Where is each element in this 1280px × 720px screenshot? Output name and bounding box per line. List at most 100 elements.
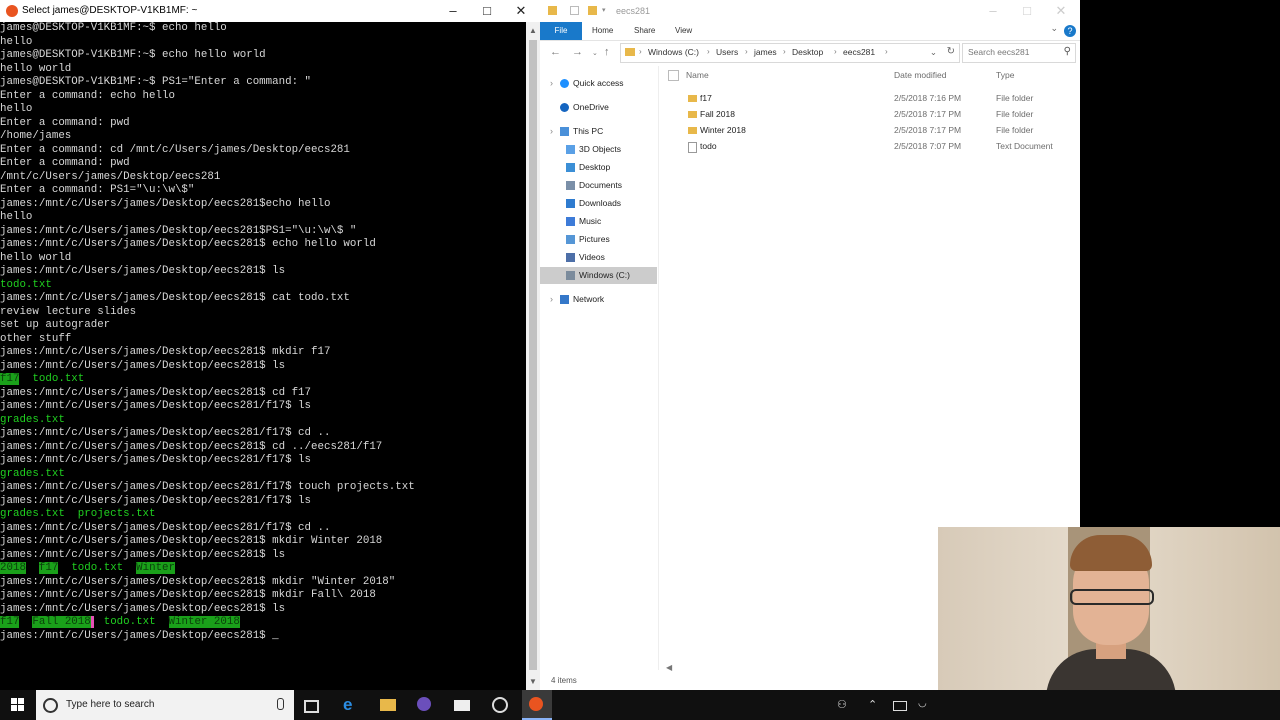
- terminal-line: james:/mnt/c/Users/james/Desktop/eecs281…: [0, 238, 526, 252]
- search-icon: ⚲: [1063, 46, 1071, 57]
- new-folder-icon[interactable]: [588, 6, 597, 15]
- taskbar-search-box[interactable]: Type here to search: [36, 690, 294, 720]
- nav-item-desktop[interactable]: Desktop: [540, 159, 657, 176]
- terminal-text: set up autograder: [0, 319, 111, 331]
- nav-item-label: Pictures: [579, 234, 610, 244]
- terminal-text: james:/mnt/c/Users/james/Desktop/eecs281…: [0, 265, 286, 277]
- terminal-line: james:/mnt/c/Users/james/Desktop/eecs281…: [0, 292, 526, 306]
- terminal-text: /mnt/c/Users/james/Desktop/eecs281: [0, 170, 221, 183]
- breadcrumb-windows-c[interactable]: Windows (C:): [648, 47, 699, 57]
- mail-icon[interactable]: [454, 700, 470, 711]
- minimize-button[interactable]: –: [980, 2, 1006, 20]
- search-input[interactable]: Search eecs281 ⚲: [962, 43, 1076, 63]
- breadcrumb-desktop[interactable]: Desktop: [792, 47, 823, 57]
- task-view-icon[interactable]: [304, 700, 319, 713]
- nav-item-quick-access[interactable]: › Quick access: [540, 75, 657, 92]
- nav-item-onedrive[interactable]: OneDrive: [540, 99, 657, 116]
- tab-share[interactable]: Share: [634, 22, 655, 40]
- nav-item-downloads[interactable]: Downloads: [540, 195, 657, 212]
- column-header-type[interactable]: Type: [996, 70, 1014, 80]
- nav-item-this-pc[interactable]: › This PC: [540, 123, 657, 140]
- obs-icon[interactable]: [417, 697, 431, 711]
- terminal-lines: james@DESKTOP-V1KB1MF:~$ echo hello hello…: [0, 22, 526, 643]
- forward-arrow-icon[interactable]: →: [572, 46, 583, 58]
- windows-start-icon[interactable]: [11, 698, 24, 711]
- select-all-checkbox[interactable]: [668, 70, 679, 81]
- breadcrumb-james[interactable]: james: [754, 47, 777, 57]
- tab-file[interactable]: File: [540, 22, 582, 40]
- terminal-line: hello: [0, 211, 526, 225]
- terminal-line: james@DESKTOP-V1KB1MF:~$ echo hello worl…: [0, 49, 526, 63]
- battery-icon[interactable]: [893, 701, 907, 711]
- terminal-text: other stuff: [0, 332, 72, 345]
- terminal-line: Enter a command: pwd: [0, 117, 526, 131]
- explorer-titlebar[interactable]: ▾ eecs281 – □ ✕: [540, 0, 1080, 22]
- nav-item-3d-objects[interactable]: 3D Objects: [540, 141, 657, 158]
- terminal-line: james:/mnt/c/Users/james/Desktop/eecs281…: [0, 495, 526, 509]
- close-button[interactable]: ✕: [1048, 2, 1074, 20]
- tab-home[interactable]: Home: [592, 22, 613, 40]
- file-row[interactable]: Winter 2018 2/5/2018 7:17 PM File folder: [658, 123, 1080, 139]
- cortana-icon[interactable]: [43, 698, 58, 713]
- expand-ribbon-icon[interactable]: ⌄: [1050, 23, 1058, 34]
- people-icon[interactable]: ⚇: [837, 698, 847, 711]
- scroll-down-icon[interactable]: ▼: [529, 677, 537, 686]
- tab-view[interactable]: View: [675, 22, 692, 40]
- address-bar[interactable]: › Windows (C:) › Users › james › Desktop…: [620, 43, 960, 63]
- terminal-line: james:/mnt/c/Users/james/Desktop/eecs281…: [0, 441, 526, 455]
- nav-item-videos[interactable]: Videos: [540, 249, 657, 266]
- column-header-name[interactable]: Name: [686, 70, 709, 80]
- expand-chevron-icon[interactable]: ›: [550, 123, 553, 140]
- refresh-icon[interactable]: ↻: [947, 46, 955, 57]
- terminal-titlebar[interactable]: Select james@DESKTOP-V1KB1MF: ~ – □ ✕: [0, 0, 540, 22]
- scroll-up-icon[interactable]: ▲: [529, 26, 537, 35]
- file-explorer-taskbar-icon[interactable]: [380, 699, 396, 711]
- up-arrow-icon[interactable]: ↑: [604, 46, 610, 58]
- file-row[interactable]: Fall 2018 2/5/2018 7:17 PM File folder: [658, 107, 1080, 123]
- file-row[interactable]: todo 2/5/2018 7:07 PM Text Document: [658, 139, 1080, 155]
- scroll-left-icon[interactable]: ◀: [666, 663, 672, 672]
- file-type: Text Document: [996, 141, 1053, 151]
- chevron-down-icon[interactable]: ⌄: [930, 47, 937, 58]
- show-hidden-icons-chevron-up-icon[interactable]: ⌃: [868, 698, 877, 711]
- wifi-icon[interactable]: ◡: [918, 698, 927, 709]
- edge-icon[interactable]: e: [343, 695, 359, 714]
- terminal-text: hello: [0, 35, 33, 48]
- customize-quick-access-icon[interactable]: ▾: [602, 6, 611, 15]
- maximize-button[interactable]: □: [474, 2, 500, 20]
- terminal-window[interactable]: Select james@DESKTOP-V1KB1MF: ~ – □ ✕ ja…: [0, 0, 540, 690]
- music-icon: [566, 217, 575, 226]
- nav-item-music[interactable]: Music: [540, 213, 657, 230]
- computer-icon: [560, 127, 569, 136]
- ls-directory-name: f17: [38, 562, 59, 574]
- close-button[interactable]: ✕: [508, 2, 534, 20]
- terminal-output[interactable]: james@DESKTOP-V1KB1MF:~$ echo hello hello…: [0, 22, 526, 690]
- scrollbar-thumb[interactable]: [529, 40, 537, 670]
- nav-item-pictures[interactable]: Pictures: [540, 231, 657, 248]
- expand-chevron-icon[interactable]: ›: [550, 291, 553, 308]
- help-icon[interactable]: ?: [1064, 25, 1076, 37]
- nav-item-windows-c[interactable]: Windows (C:): [540, 267, 657, 284]
- terminal-scrollbar[interactable]: ▲ ▼: [526, 22, 540, 690]
- maximize-button[interactable]: □: [1014, 2, 1040, 20]
- terminal-line: f17 Fall 2018 todo.txt Winter 2018: [0, 616, 526, 630]
- chrome-icon[interactable]: [492, 697, 508, 713]
- recent-locations-icon[interactable]: ⌄: [592, 49, 598, 57]
- terminal-text: james:/mnt/c/Users/james/Desktop/eecs281…: [0, 629, 273, 642]
- microphone-icon[interactable]: [277, 698, 284, 710]
- back-arrow-icon[interactable]: ←: [550, 46, 561, 58]
- nav-item-documents[interactable]: Documents: [540, 177, 657, 194]
- column-header-date[interactable]: Date modified: [894, 70, 946, 80]
- terminal-line: james:/mnt/c/Users/james/Desktop/eecs281…: [0, 454, 526, 468]
- terminal-text: james:/mnt/c/Users/james/Desktop/eecs281…: [0, 454, 312, 466]
- expand-chevron-icon[interactable]: ›: [550, 75, 553, 92]
- nav-item-network[interactable]: › Network: [540, 291, 657, 308]
- breadcrumb-eecs281[interactable]: eecs281: [843, 47, 875, 57]
- terminal-text: james@DESKTOP-V1KB1MF:~$ echo hello: [0, 22, 227, 34]
- properties-icon[interactable]: [570, 6, 579, 15]
- file-row[interactable]: f17 2/5/2018 7:16 PM File folder: [658, 91, 1080, 107]
- breadcrumb-users[interactable]: Users: [716, 47, 738, 57]
- minimize-button[interactable]: –: [440, 2, 466, 20]
- star-icon: [560, 79, 569, 88]
- chevron-right-icon: ›: [834, 47, 837, 56]
